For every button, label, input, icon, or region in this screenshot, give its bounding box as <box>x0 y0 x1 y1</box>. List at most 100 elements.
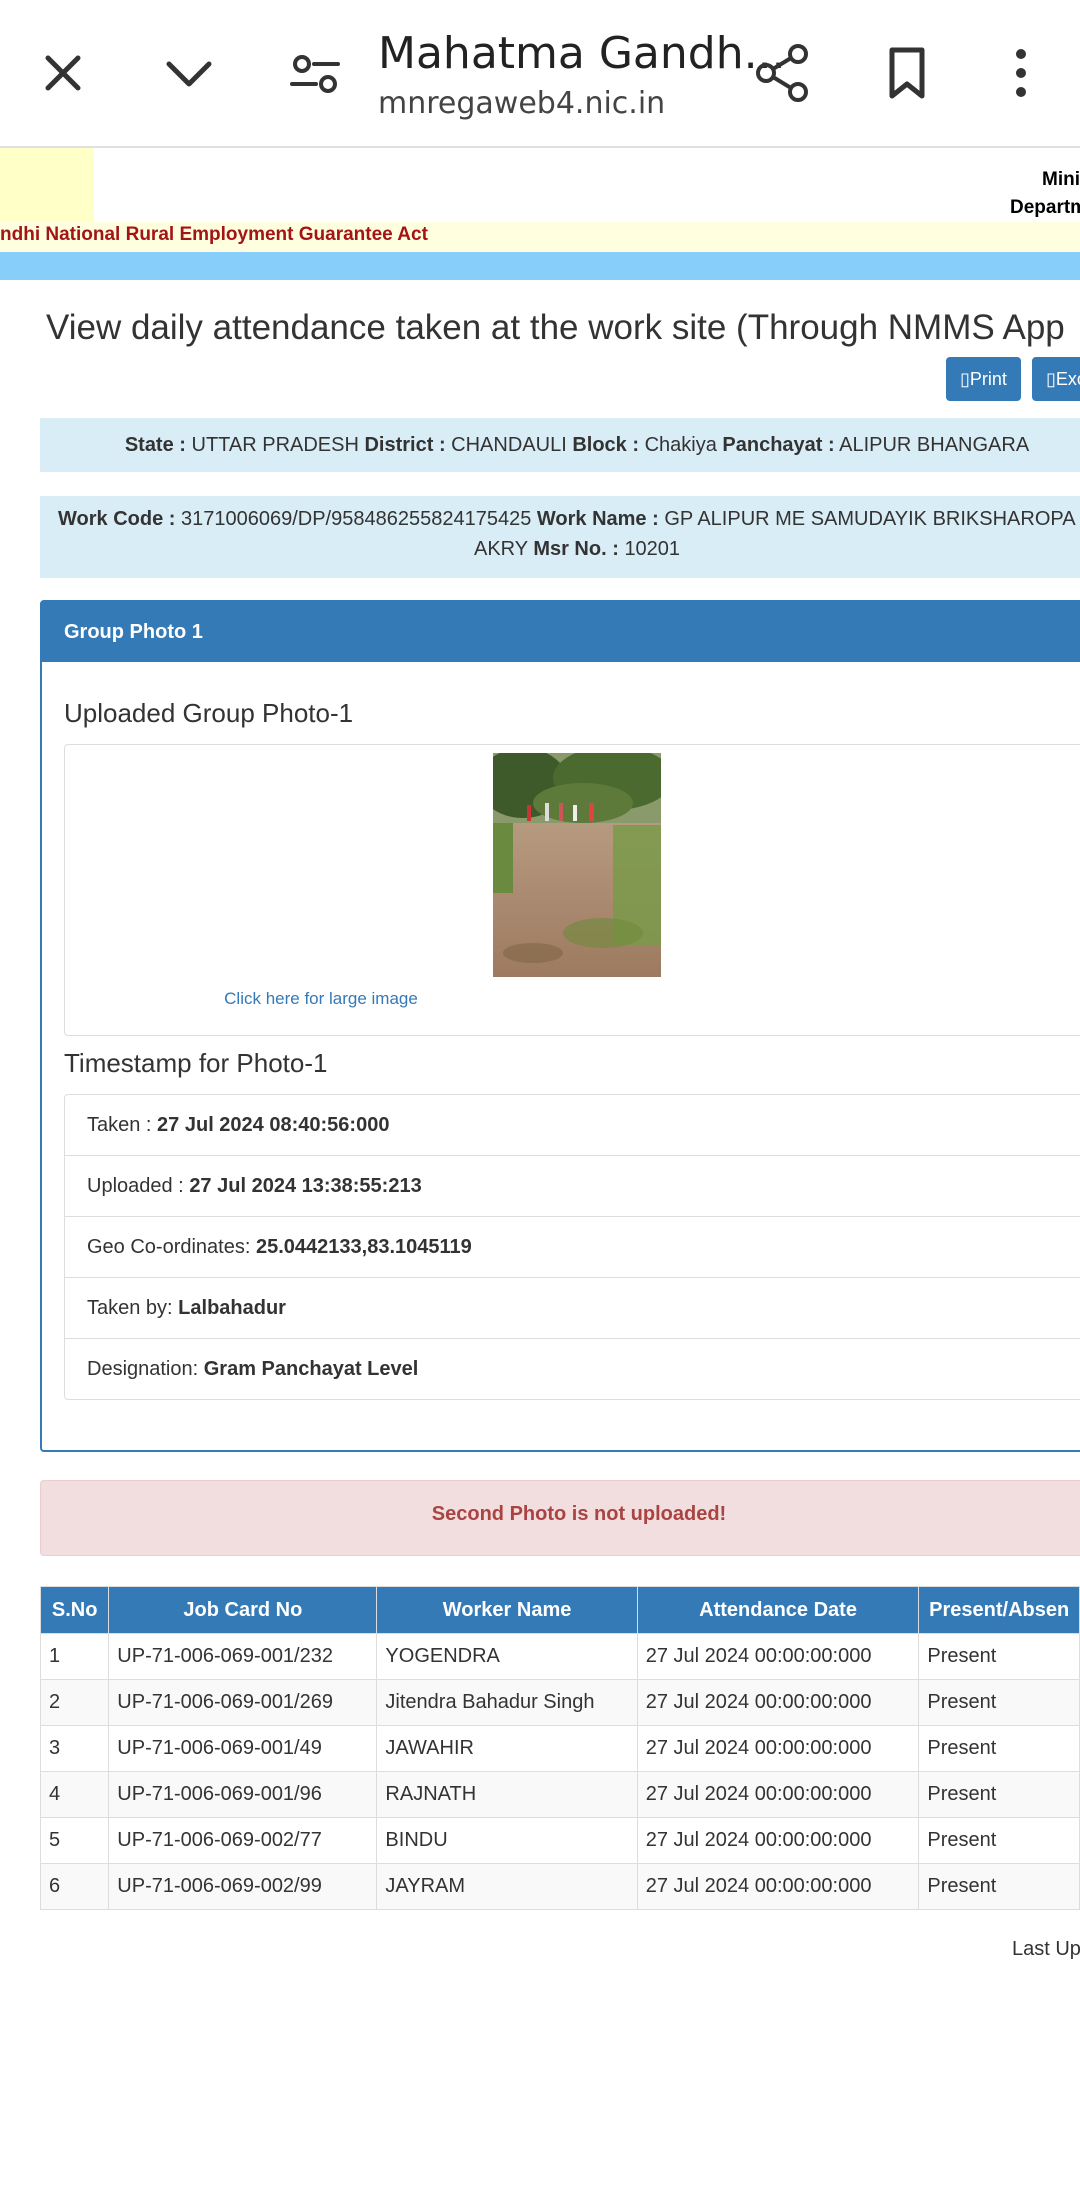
bookmark-icon[interactable] <box>872 38 942 108</box>
work-name-value: GP ALIPUR ME SAMUDAYIK BRIKSHAROPA <box>664 508 1076 530</box>
table-row: 1 UP-71-006-069-001/232 YOGENDRA 27 Jul … <box>39 1633 1080 1680</box>
cell-attendance-date: 27 Jul 2024 00:00:00:000 <box>636 1771 920 1818</box>
cell-job-card: UP-71-006-069-001/49 <box>108 1725 378 1772</box>
table-header-row: S.No Job Card No Worker Name Attendance … <box>39 1586 1080 1634</box>
cell-worker-name: Jitendra Bahadur Singh <box>376 1679 638 1726</box>
cell-worker-name: JAYRAM <box>376 1863 638 1910</box>
ministry-line-2: Departm <box>1010 197 1080 218</box>
last-updated-text: Last Up <box>1012 1938 1080 1960</box>
designation-label: Designation: <box>87 1358 199 1380</box>
designation-value: Gram Panchayat Level <box>203 1358 419 1380</box>
cell-status: Present <box>918 1771 1080 1818</box>
browser-page-title[interactable]: Mahatma Gandh... <box>378 28 786 79</box>
taken-by-label: Taken by: <box>87 1297 173 1319</box>
cell-worker-name: RAJNATH <box>376 1771 638 1818</box>
taken-label: Taken : <box>87 1114 152 1136</box>
geo-row: Geo Co-ordinates: 25.0442133,83.1045119 <box>65 1217 1080 1278</box>
uploaded-photo-heading: Uploaded Group Photo-1 <box>64 698 354 728</box>
timestamp-heading: Timestamp for Photo-1 <box>64 1048 328 1078</box>
panchayat-label: Panchayat : <box>722 434 835 456</box>
group-photo-panel-header: Group Photo 1 <box>42 602 1080 662</box>
cell-status: Present <box>918 1817 1080 1864</box>
attendance-table: S.No Job Card No Worker Name Attendance … <box>39 1586 1080 1910</box>
table-row: 4 UP-71-006-069-001/96 RAJNATH 27 Jul 20… <box>39 1771 1080 1818</box>
work-name-label: Work Name : <box>536 508 659 530</box>
close-icon[interactable] <box>28 38 98 108</box>
geo-value: 25.0442133,83.1045119 <box>255 1236 472 1258</box>
cell-sno: 6 <box>39 1863 110 1910</box>
cell-attendance-date: 27 Jul 2024 00:00:00:000 <box>636 1863 920 1910</box>
print-button[interactable]: ▯Print <box>946 357 1021 401</box>
uploaded-value: 27 Jul 2024 13:38:55:213 <box>189 1175 422 1197</box>
browser-toolbar: Mahatma Gandh... mnregaweb4.nic.in <box>0 0 1080 148</box>
header-sno: S.No <box>39 1586 110 1634</box>
cell-worker-name: BINDU <box>376 1817 638 1864</box>
page-title: View daily attendance taken at the work … <box>46 308 1065 347</box>
work-code-value: 3171006069/DP/958486255824175425 <box>180 508 532 530</box>
table-row: 2 UP-71-006-069-001/269 Jitendra Bahadur… <box>39 1679 1080 1726</box>
second-photo-alert: Second Photo is not uploaded! <box>40 1480 1080 1556</box>
cell-sno: 4 <box>39 1771 110 1818</box>
cell-job-card: UP-71-006-069-001/232 <box>108 1633 378 1680</box>
panel-title: Group Photo 1 <box>64 621 203 643</box>
nav-strip <box>0 252 1080 280</box>
taken-row: Taken : 27 Jul 2024 08:40:56:000 <box>65 1095 1080 1156</box>
cell-attendance-date: 27 Jul 2024 00:00:00:000 <box>636 1817 920 1864</box>
msr-value: 10201 <box>624 538 681 560</box>
work-info: Work Code : 3171006069/DP/95848625582417… <box>40 496 1080 578</box>
browser-url[interactable]: mnregaweb4.nic.in <box>378 86 665 121</box>
cell-job-card: UP-71-006-069-001/269 <box>108 1679 378 1726</box>
work-name-continued: AKRY <box>474 538 528 560</box>
district-label: District : <box>364 434 446 456</box>
cell-worker-name: JAWAHIR <box>376 1725 638 1772</box>
state-value: UTTAR PRADESH <box>191 434 359 456</box>
geo-label: Geo Co-ordinates: <box>87 1236 251 1258</box>
taken-by-value: Lalbahadur <box>178 1297 286 1319</box>
cell-sno: 5 <box>39 1817 110 1864</box>
uploaded-row: Uploaded : 27 Jul 2024 13:38:55:213 <box>65 1156 1080 1217</box>
cell-attendance-date: 27 Jul 2024 00:00:00:000 <box>636 1679 920 1726</box>
ministry-line-1: Mini <box>1042 169 1080 190</box>
cell-job-card: UP-71-006-069-002/99 <box>108 1863 378 1910</box>
photo-container: Click here for large image <box>64 744 1080 1036</box>
large-image-link[interactable]: Click here for large image <box>65 989 577 1009</box>
ministry-text: Mini Departm <box>1010 166 1080 222</box>
cell-attendance-date: 27 Jul 2024 00:00:00:000 <box>636 1633 920 1680</box>
group-photo-image[interactable] <box>493 753 661 977</box>
cell-attendance-date: 27 Jul 2024 00:00:00:000 <box>636 1725 920 1772</box>
table-row: 3 UP-71-006-069-001/49 JAWAHIR 27 Jul 20… <box>39 1725 1080 1772</box>
header-job-card: Job Card No <box>108 1586 378 1634</box>
excel-button[interactable]: ▯Exc <box>1032 357 1080 401</box>
cell-status: Present <box>918 1863 1080 1910</box>
panchayat-value: ALIPUR BHANGARA <box>839 434 1030 456</box>
alert-message: Second Photo is not uploaded! <box>431 1503 727 1525</box>
more-vert-icon[interactable] <box>986 38 1056 108</box>
header-present-absent: Present/Absen <box>918 1586 1080 1634</box>
chevron-down-icon[interactable] <box>154 38 224 108</box>
cell-sno: 3 <box>39 1725 110 1772</box>
cell-status: Present <box>918 1679 1080 1726</box>
state-label: State : <box>124 434 186 456</box>
timestamp-list: Taken : 27 Jul 2024 08:40:56:000 Uploade… <box>64 1094 1080 1400</box>
designation-row: Designation: Gram Panchayat Level <box>65 1339 1080 1399</box>
cell-job-card: UP-71-006-069-001/96 <box>108 1771 378 1818</box>
block-value: Chakiya <box>644 434 717 456</box>
uploaded-label: Uploaded : <box>87 1175 184 1197</box>
act-title: ndhi National Rural Employment Guarantee… <box>0 224 428 245</box>
cell-status: Present <box>918 1633 1080 1680</box>
header-attendance-date: Attendance Date <box>636 1586 920 1634</box>
block-label: Block : <box>572 434 639 456</box>
table-row: 6 UP-71-006-069-002/99 JAYRAM 27 Jul 202… <box>39 1863 1080 1910</box>
table-row: 5 UP-71-006-069-002/77 BINDU 27 Jul 2024… <box>39 1817 1080 1864</box>
share-icon[interactable] <box>748 38 818 108</box>
cell-status: Present <box>918 1725 1080 1772</box>
header-logo-area <box>0 148 94 222</box>
tune-icon[interactable] <box>280 38 350 108</box>
cell-sno: 2 <box>39 1679 110 1726</box>
location-info: State : UTTAR PRADESH District : CHANDAU… <box>40 418 1080 472</box>
taken-by-row: Taken by: Lalbahadur <box>65 1278 1080 1339</box>
cell-job-card: UP-71-006-069-002/77 <box>108 1817 378 1864</box>
msr-label: Msr No. : <box>533 538 619 560</box>
group-photo-panel: Group Photo 1 Uploaded Group Photo-1 Cli… <box>40 600 1080 1452</box>
cell-worker-name: YOGENDRA <box>376 1633 638 1680</box>
